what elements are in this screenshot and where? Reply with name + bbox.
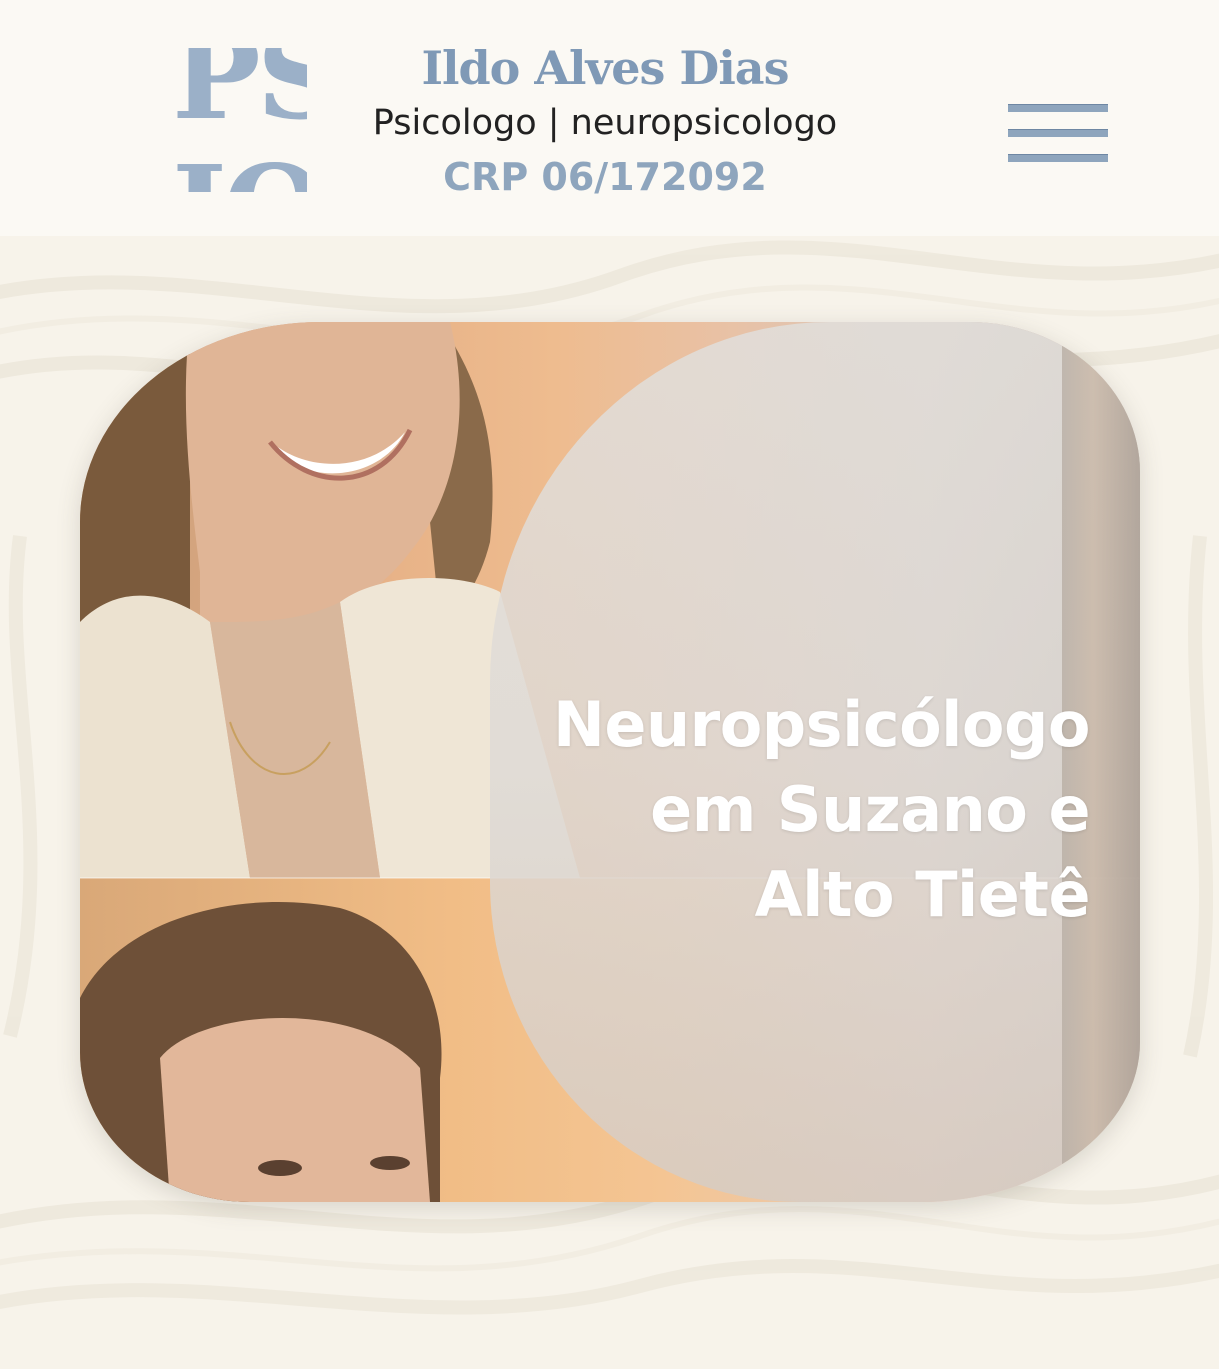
hero-title-line: Neuropsicólogo xyxy=(553,687,1090,761)
hero-title: Neuropsicólogo em Suzano e Alto Tietê xyxy=(450,682,1090,937)
logo[interactable]: PSI IOLOGO xyxy=(176,48,307,192)
logo-text-top: PSI xyxy=(176,48,307,146)
menu-bar xyxy=(1008,154,1108,162)
hero-title-line: Alto Tietê xyxy=(754,857,1091,931)
brand-name: Ildo Alves Dias xyxy=(421,41,790,95)
site-header: PSI IOLOGO Ildo Alves Dias Psicologo | n… xyxy=(0,0,1219,236)
brand-subtitle: Psicologo | neuropsicologo xyxy=(372,103,838,143)
hero-title-line: em Suzano e xyxy=(650,772,1090,846)
brand-block: Ildo Alves Dias Psicologo | neuropsicolo… xyxy=(340,38,870,204)
menu-bar xyxy=(1008,104,1108,112)
hamburger-menu-icon[interactable] xyxy=(1008,102,1108,164)
logo-text-bottom: IOLOGO xyxy=(176,150,307,193)
crp-number: CRP 06/172092 xyxy=(443,155,767,199)
menu-bar xyxy=(1008,129,1108,137)
hero-banner: Neuropsicólogo em Suzano e Alto Tietê xyxy=(80,322,1140,1202)
